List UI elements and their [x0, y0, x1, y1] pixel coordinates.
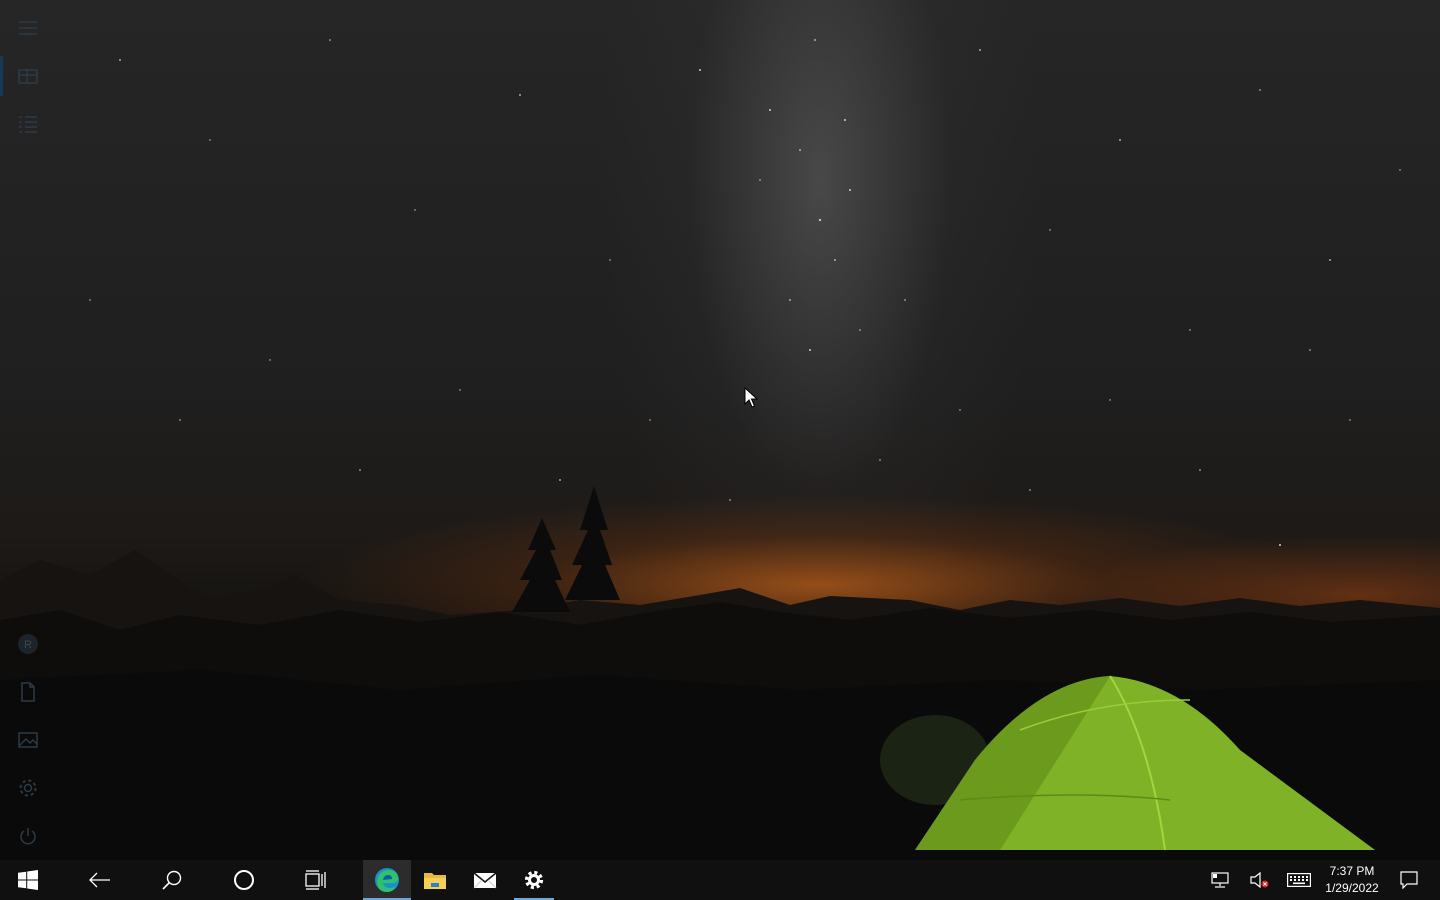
clock-time: 7:37 PM	[1329, 864, 1375, 878]
tiles-icon[interactable]	[0, 52, 56, 100]
desktop-wallpaper	[0, 0, 1440, 860]
action-center-icon[interactable]	[1394, 860, 1424, 900]
task-view-icon	[305, 870, 326, 890]
back-button[interactable]	[76, 860, 124, 900]
task-view-button[interactable]	[292, 860, 340, 900]
svg-text:R: R	[24, 639, 32, 651]
mail-button[interactable]	[461, 860, 509, 900]
mouse-cursor-icon	[744, 387, 758, 408]
volume-muted-icon[interactable]	[1246, 860, 1274, 900]
mountain-silhouette	[0, 486, 1440, 860]
user-avatar-icon[interactable]: R	[0, 620, 56, 668]
mail-icon	[473, 872, 497, 889]
edge-icon	[375, 868, 399, 892]
settings-button[interactable]	[510, 860, 558, 900]
taskbar: 7:37 PM 1/29/2022	[0, 860, 1440, 900]
clock-date: 1/29/2022	[1325, 881, 1379, 895]
cortana-button[interactable]	[220, 860, 268, 900]
keyboard-icon[interactable]	[1284, 860, 1314, 900]
taskbar-clock[interactable]: 7:37 PM 1/29/2022	[1318, 860, 1386, 900]
file-explorer-button[interactable]	[411, 860, 459, 900]
circle-icon	[234, 870, 254, 890]
start-menu-rail: R	[0, 0, 56, 860]
gear-icon	[524, 870, 544, 890]
search-icon	[162, 870, 182, 890]
pictures-icon[interactable]	[0, 716, 56, 764]
hamburger-icon[interactable]	[0, 4, 56, 52]
settings-gear-icon[interactable]	[0, 764, 56, 812]
windows-logo-icon	[18, 870, 38, 890]
back-arrow-icon	[89, 872, 110, 888]
all-apps-list-icon[interactable]	[0, 100, 56, 148]
search-button[interactable]	[148, 860, 196, 900]
folder-icon	[424, 873, 446, 889]
edge-button[interactable]	[363, 860, 411, 900]
power-icon[interactable]	[0, 812, 56, 860]
documents-icon[interactable]	[0, 668, 56, 716]
start-button[interactable]	[0, 860, 56, 900]
network-icon[interactable]	[1206, 860, 1234, 900]
